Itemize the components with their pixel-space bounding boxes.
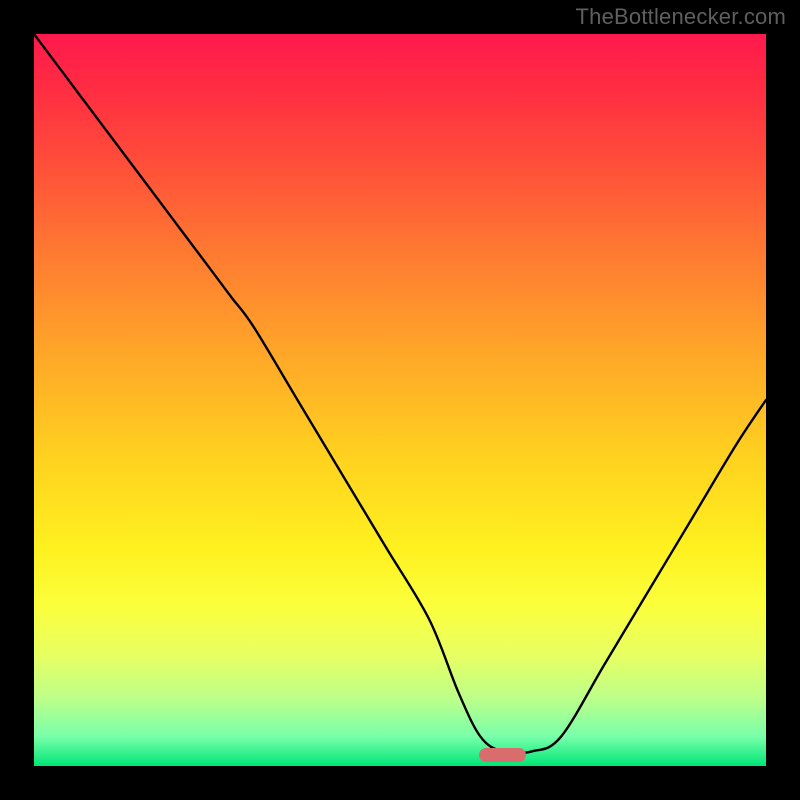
watermark-text: TheBottlenecker.com [576, 4, 786, 30]
curve-path [34, 34, 766, 753]
chart-root: TheBottlenecker.com [0, 0, 800, 800]
plot-area [34, 34, 766, 766]
line-chart [34, 34, 766, 766]
minimum-marker [479, 748, 527, 761]
